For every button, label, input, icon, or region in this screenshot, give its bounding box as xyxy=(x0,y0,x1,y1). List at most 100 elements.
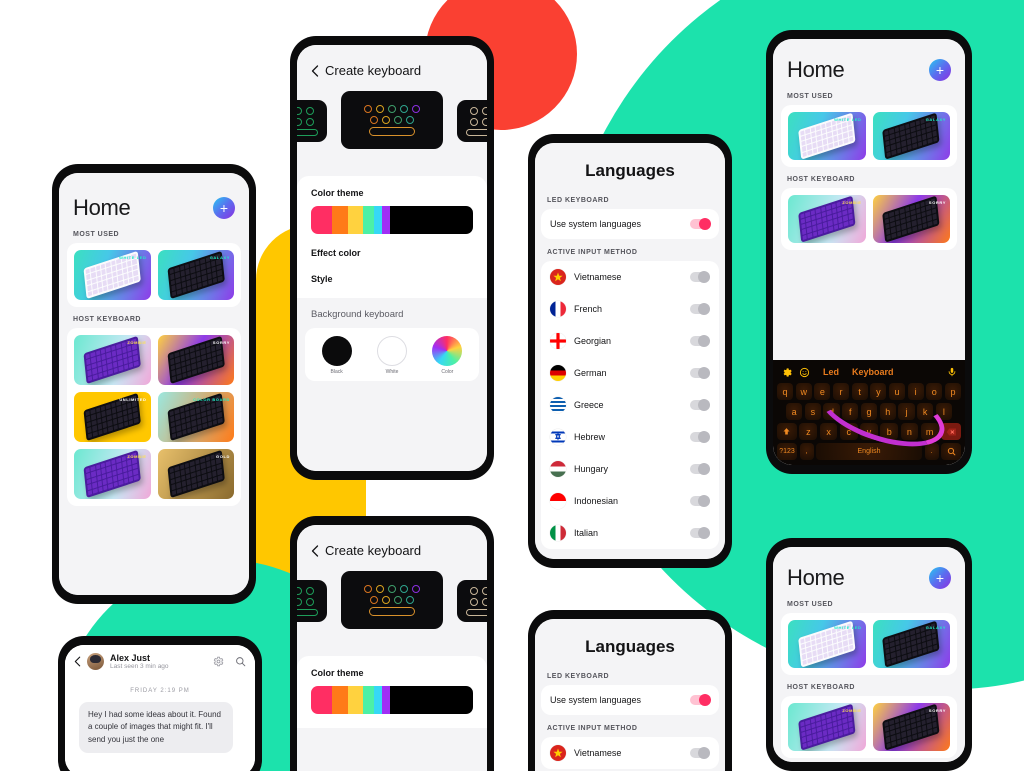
key-w[interactable]: w xyxy=(795,383,812,400)
add-keyboard-button[interactable]: + xyxy=(213,197,235,219)
keyboard-card[interactable]: ZOMBIE xyxy=(788,703,866,751)
key-n[interactable]: n xyxy=(900,423,919,440)
chevron-left-icon[interactable] xyxy=(311,544,319,557)
keyboard-card[interactable]: ZOMBIE xyxy=(74,335,151,385)
key-q[interactable]: q xyxy=(776,383,794,400)
keyboard-card[interactable]: SORRY xyxy=(872,195,950,243)
language-row-indonesian[interactable]: Indonesian xyxy=(541,485,719,517)
key-i[interactable]: i xyxy=(907,383,924,400)
key-v[interactable]: v xyxy=(860,423,878,440)
language-row-french[interactable]: French xyxy=(541,293,719,325)
key-t[interactable]: t xyxy=(851,383,868,400)
key-y[interactable]: y xyxy=(870,383,887,400)
key-a[interactable]: a xyxy=(786,403,803,420)
gear-icon[interactable] xyxy=(781,367,792,378)
keyboard-card[interactable]: SORRY xyxy=(157,335,234,385)
shift-icon[interactable] xyxy=(776,423,797,440)
language-toggle[interactable] xyxy=(690,747,710,759)
keyboard-card[interactable]: WHITE LED xyxy=(788,620,866,668)
language-row-georgian[interactable]: Georgian xyxy=(541,325,719,357)
keyboard-card[interactable]: SORRY xyxy=(872,703,950,751)
language-row-italian[interactable]: Italian xyxy=(541,517,719,549)
language-toggle[interactable] xyxy=(690,495,710,507)
carousel-card-right[interactable] xyxy=(457,580,487,622)
language-toggle[interactable] xyxy=(690,303,710,315)
key-k[interactable]: k xyxy=(917,403,934,420)
comma-key[interactable]: , xyxy=(799,443,814,460)
gear-icon[interactable] xyxy=(213,656,224,667)
carousel-card-center[interactable] xyxy=(341,571,443,629)
key-l[interactable]: l xyxy=(935,403,952,420)
keyboard-card[interactable]: ZOMBIE xyxy=(788,195,866,243)
option-label-style[interactable]: Style xyxy=(311,274,473,284)
search-icon[interactable] xyxy=(235,656,246,667)
key-o[interactable]: o xyxy=(926,383,943,400)
language-toggle[interactable] xyxy=(690,463,710,475)
language-toggle[interactable] xyxy=(690,399,710,411)
carousel-card-left[interactable] xyxy=(297,580,327,622)
key-j[interactable]: j xyxy=(898,403,915,420)
period-key[interactable]: . xyxy=(924,443,939,460)
use-system-languages-row[interactable]: Use system languages xyxy=(541,685,719,715)
swatch-color[interactable]: Color xyxy=(432,336,463,375)
keyboard-preview-carousel[interactable] xyxy=(297,88,487,152)
search-icon[interactable] xyxy=(941,443,961,460)
keyboard-card[interactable]: COLOR BOARD xyxy=(157,392,234,442)
key-e[interactable]: e xyxy=(814,383,831,400)
add-keyboard-button[interactable]: + xyxy=(929,567,951,589)
keyboard-card[interactable]: WHITE LED xyxy=(74,250,151,300)
microphone-icon[interactable] xyxy=(947,366,957,378)
key-z[interactable]: z xyxy=(799,423,818,440)
backspace-icon[interactable] xyxy=(941,423,962,440)
keyboard-card[interactable]: ZOMBIE xyxy=(74,449,151,499)
emoji-icon[interactable] xyxy=(799,367,810,378)
carousel-card-right[interactable] xyxy=(457,100,487,142)
symbols-key[interactable]: ?123 xyxy=(777,443,797,460)
language-toggle[interactable] xyxy=(690,271,710,283)
color-theme-bar[interactable] xyxy=(311,686,473,714)
key-r[interactable]: r xyxy=(832,383,850,400)
toolbar-led-label[interactable]: Led xyxy=(823,367,839,377)
language-row-german[interactable]: German xyxy=(541,357,719,389)
language-row-vietnamese[interactable]: Vietnamese xyxy=(541,737,719,769)
language-row-vietnamese[interactable]: Vietnamese xyxy=(541,261,719,293)
color-theme-bar[interactable] xyxy=(311,206,473,234)
language-toggle[interactable] xyxy=(690,335,710,347)
keyboard-card[interactable]: GOLD xyxy=(157,449,234,499)
language-row-hebrew[interactable]: Hebrew xyxy=(541,421,719,453)
carousel-card-left[interactable] xyxy=(297,100,327,142)
carousel-card-center[interactable] xyxy=(341,91,443,149)
language-row-greece[interactable]: Greece xyxy=(541,389,719,421)
toolbar-keyboard-label[interactable]: Keyboard xyxy=(852,367,894,377)
use-system-languages-row[interactable]: Use system languages xyxy=(541,209,719,239)
language-row-hungary[interactable]: Hungary xyxy=(541,453,719,485)
key-x[interactable]: x xyxy=(819,423,838,440)
option-label-effect-color[interactable]: Effect color xyxy=(311,248,473,258)
language-toggle[interactable] xyxy=(690,431,710,443)
chevron-left-icon[interactable] xyxy=(311,64,319,77)
key-s[interactable]: s xyxy=(804,403,821,420)
keyboard-card[interactable]: WHITE LED xyxy=(788,112,866,160)
swatch-black[interactable]: Black xyxy=(321,336,352,375)
key-d[interactable]: d xyxy=(823,403,840,420)
use-system-languages-toggle[interactable] xyxy=(690,218,711,230)
key-c[interactable]: c xyxy=(839,423,858,440)
use-system-languages-toggle[interactable] xyxy=(690,694,711,706)
keyboard-preview-carousel[interactable] xyxy=(297,568,487,632)
add-keyboard-button[interactable]: + xyxy=(929,59,951,81)
key-u[interactable]: u xyxy=(888,383,906,400)
keyboard-card[interactable]: GALAXY xyxy=(872,112,950,160)
key-g[interactable]: g xyxy=(860,403,878,420)
key-b[interactable]: b xyxy=(880,423,899,440)
keyboard-card[interactable]: UNLIMITED xyxy=(74,392,151,442)
key-m[interactable]: m xyxy=(920,423,939,440)
swatch-white[interactable]: White xyxy=(376,336,407,375)
key-f[interactable]: f xyxy=(842,403,859,420)
key-h[interactable]: h xyxy=(879,403,896,420)
keyboard-card[interactable]: GALAXY xyxy=(157,250,234,300)
keyboard-card[interactable]: GALAXY xyxy=(872,620,950,668)
language-toggle[interactable] xyxy=(690,527,710,539)
chevron-left-icon[interactable] xyxy=(74,656,81,667)
key-p[interactable]: p xyxy=(944,383,962,400)
language-toggle[interactable] xyxy=(690,367,710,379)
